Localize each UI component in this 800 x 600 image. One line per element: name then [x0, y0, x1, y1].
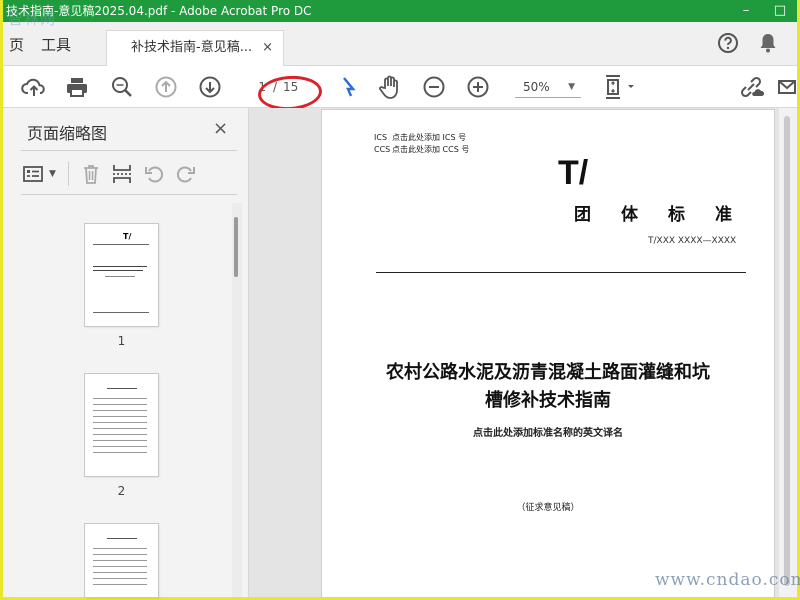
zoom-level-value: 50%: [523, 80, 550, 94]
tab-bar: 页 工具 补技术指南-意见稿... ×: [3, 22, 797, 66]
standard-type: 团体标准: [574, 205, 762, 225]
print-icon[interactable]: [64, 74, 90, 100]
thumbnail-label: 1: [117, 334, 126, 348]
document-scrollbar[interactable]: [779, 108, 797, 597]
panel-divider: [21, 194, 237, 195]
rotate-right-icon[interactable]: [175, 163, 197, 185]
ccs-text: 点击此处添加 CCS 号: [392, 145, 470, 154]
thumbnail-label: 2: [117, 484, 126, 498]
tab-tools[interactable]: 工具: [31, 30, 91, 66]
zoom-level-select[interactable]: 50% ▼: [515, 76, 581, 98]
watermark-bottom-right: www.cndao.com: [655, 570, 800, 590]
tab-document[interactable]: 补技术指南-意见稿... ×: [106, 30, 284, 66]
page-thumbnails-panel: 页面缩略图 × ▼ T/ 1 2: [3, 108, 249, 597]
tab-document-label: 补技术指南-意见稿...: [131, 40, 253, 55]
hand-tool-icon[interactable]: [377, 74, 403, 100]
panel-scroll-handle[interactable]: [234, 217, 238, 277]
document-title-line2: 槽修补技术指南: [485, 390, 611, 411]
caret-down-icon: ▼: [49, 169, 56, 179]
cloud-upload-icon[interactable]: [21, 74, 47, 100]
ics-label: ICS: [374, 133, 388, 142]
zoom-in-icon[interactable]: [465, 74, 491, 100]
window-controls: – □: [729, 0, 797, 22]
tool-separator: [67, 162, 69, 186]
panel-toolbar: ▼: [23, 160, 197, 188]
page-thumbnail-2[interactable]: [85, 374, 158, 476]
zoom-search-icon[interactable]: [109, 74, 135, 100]
chevron-down-icon: ▼: [568, 82, 575, 92]
email-icon[interactable]: [777, 74, 797, 100]
main-toolbar: 1 / 15 50% ▼: [3, 66, 797, 108]
select-cursor-icon[interactable]: [335, 74, 361, 100]
bell-icon[interactable]: [757, 32, 779, 54]
pdf-page: ICS 点击此处添加 ICS 号 CCS 点击此处添加 CCS 号 T/ 团体标准 …: [322, 110, 774, 597]
english-name: 点击此处添加标准名称的英文译名: [473, 428, 623, 439]
tab-close-icon[interactable]: ×: [262, 31, 273, 65]
window-titlebar: 技术指南-意见稿2025.04.pdf - Adobe Acrobat Pro …: [3, 0, 797, 22]
trash-icon[interactable]: [81, 163, 101, 185]
minimize-button[interactable]: –: [729, 0, 763, 22]
page-fit-icon[interactable]: [601, 74, 639, 100]
panel-scrollbar[interactable]: [232, 203, 242, 597]
zoom-out-icon[interactable]: [421, 74, 447, 100]
maximize-button[interactable]: □: [763, 0, 797, 22]
panel-title: 页面缩略图: [27, 124, 108, 143]
thumb-mark: T/: [123, 232, 132, 241]
panel-divider: [21, 150, 237, 151]
page-thumbnail-3[interactable]: [85, 524, 158, 597]
draft-label: （征求意见稿）: [516, 503, 580, 513]
standard-code: T/XXX XXXX—XXXX: [648, 236, 737, 246]
panel-close-icon[interactable]: ×: [213, 118, 228, 139]
help-icon[interactable]: [717, 32, 739, 54]
page-thumbnail-1[interactable]: T/: [85, 224, 158, 326]
ccs-label: CCS: [374, 145, 391, 154]
document-scroll-handle[interactable]: [784, 116, 790, 586]
share-link-icon[interactable]: [738, 74, 764, 100]
tab-right-icons: [717, 32, 779, 54]
previous-page-icon[interactable]: [153, 74, 179, 100]
tab-home[interactable]: 页: [0, 30, 24, 66]
standard-mark: T/: [558, 154, 589, 192]
next-page-icon[interactable]: [197, 74, 223, 100]
watermark-top-left: 智林网: [8, 10, 57, 28]
horizontal-rule: [376, 272, 746, 273]
insert-page-icon[interactable]: [111, 163, 133, 185]
document-viewport: ICS 点击此处添加 ICS 号 CCS 点击此处添加 CCS 号 T/ 团体标准 …: [249, 108, 797, 597]
rotate-left-icon[interactable]: [143, 163, 165, 185]
document-title-line1: 农村公路水泥及沥青混凝土路面灌缝和坑: [386, 362, 710, 383]
thumbnail-options-icon[interactable]: ▼: [23, 165, 56, 183]
ics-text: 点击此处添加 ICS 号: [392, 133, 467, 142]
ics-block: ICS 点击此处添加 ICS 号 CCS 点击此处添加 CCS 号: [374, 132, 469, 156]
